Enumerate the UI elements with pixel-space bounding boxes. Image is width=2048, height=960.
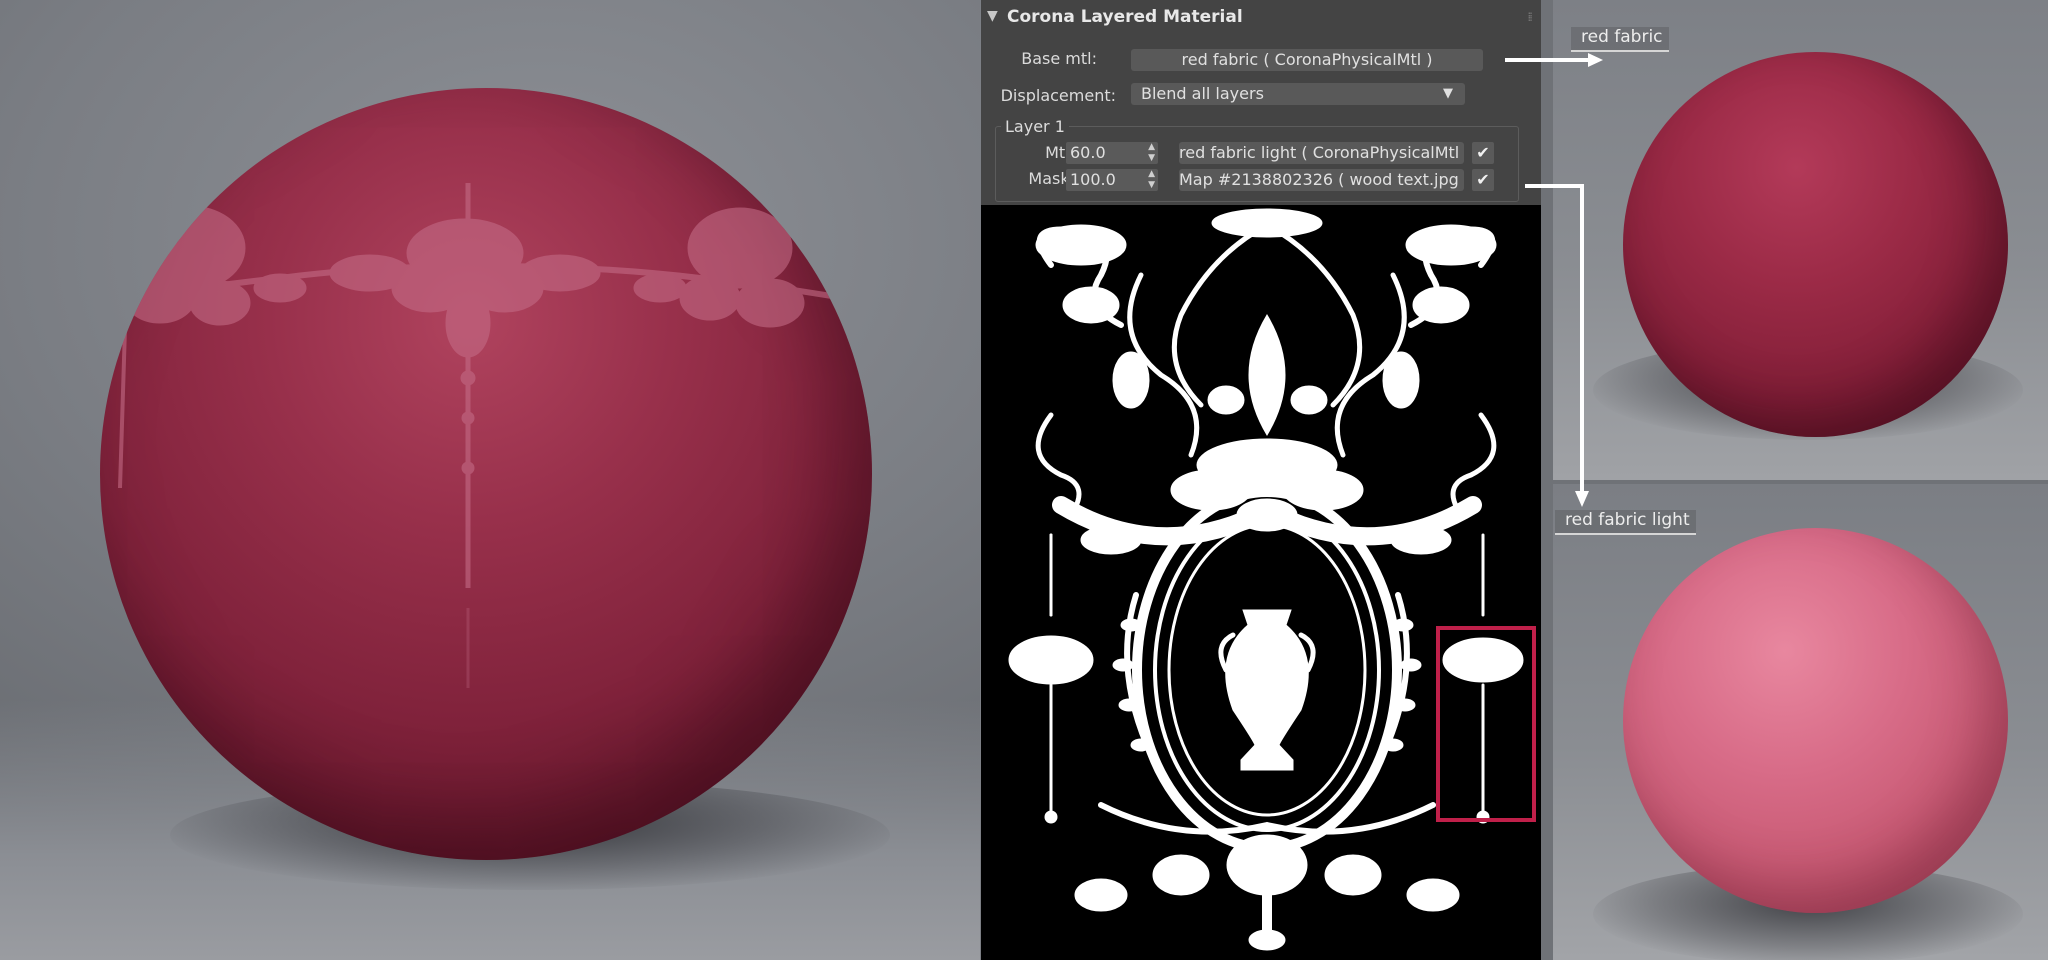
layer-mask-amount-value: 100.0	[1070, 170, 1116, 189]
displacement-dropdown[interactable]: Blend all layers ▼	[1131, 83, 1465, 105]
red-fabric-label: red fabric	[1571, 27, 1669, 52]
material-preview-column: red fabric red fabric light	[1541, 0, 2048, 960]
mask-texture-preview	[981, 205, 1554, 960]
displacement-label: Displacement:	[1000, 86, 1116, 105]
layer-mask-amount-spinner[interactable]: 100.0 ▲ ▼	[1066, 169, 1158, 191]
highlight-selection-box	[1436, 626, 1536, 822]
spinner-arrows-icon[interactable]: ▲ ▼	[1148, 142, 1155, 164]
layer-1-group-label: Layer 1	[1001, 117, 1069, 136]
layer-mtl-enable-checkbox[interactable]: ✔	[1472, 142, 1494, 164]
red-fabric-light-sphere	[1623, 528, 2008, 913]
ornament-mask-graphic	[1008, 208, 1524, 951]
layer-mtl-button[interactable]: red fabric light ( CoronaPhysicalMtl )	[1179, 142, 1464, 164]
layer-mask-label: Mask:	[1028, 169, 1075, 188]
sphere-ornament-pattern	[100, 183, 872, 688]
layer-mtl-label: Mtl:	[1045, 143, 1075, 162]
layer-mtl-amount-spinner[interactable]: 60.0 ▲ ▼	[1066, 142, 1158, 164]
red-fabric-preview: red fabric	[1553, 0, 2048, 480]
collapse-triangle-icon[interactable]: ▼	[987, 8, 998, 24]
spinner-arrows-icon[interactable]: ▲ ▼	[1148, 169, 1155, 191]
red-fabric-light-label: red fabric light	[1555, 510, 1696, 535]
red-fabric-sphere	[1623, 52, 2008, 437]
drag-grip-icon[interactable]: ⁞⁞	[1527, 10, 1532, 24]
layered-material-sphere	[100, 88, 872, 860]
displacement-selected-value: Blend all layers	[1141, 84, 1264, 103]
corona-layered-material-panel: ▼ Corona Layered Material ⁞⁞ Base mtl: r…	[981, 0, 1541, 205]
rollout-title: Corona Layered Material	[1007, 7, 1243, 27]
base-mtl-label: Base mtl:	[1021, 49, 1097, 68]
main-render-viewport	[0, 0, 980, 960]
base-mtl-button[interactable]: red fabric ( CoronaPhysicalMtl )	[1131, 49, 1483, 71]
rollout-header[interactable]: ▼ Corona Layered Material ⁞⁞	[981, 0, 1541, 38]
layer-mask-button[interactable]: Map #2138802326 ( wood text.jpg )	[1179, 169, 1464, 191]
layer-mask-enable-checkbox[interactable]: ✔	[1472, 169, 1494, 191]
dropdown-arrow-icon: ▼	[1443, 86, 1453, 101]
layer-mtl-amount-value: 60.0	[1070, 143, 1106, 162]
red-fabric-light-preview: red fabric light	[1553, 484, 2048, 960]
